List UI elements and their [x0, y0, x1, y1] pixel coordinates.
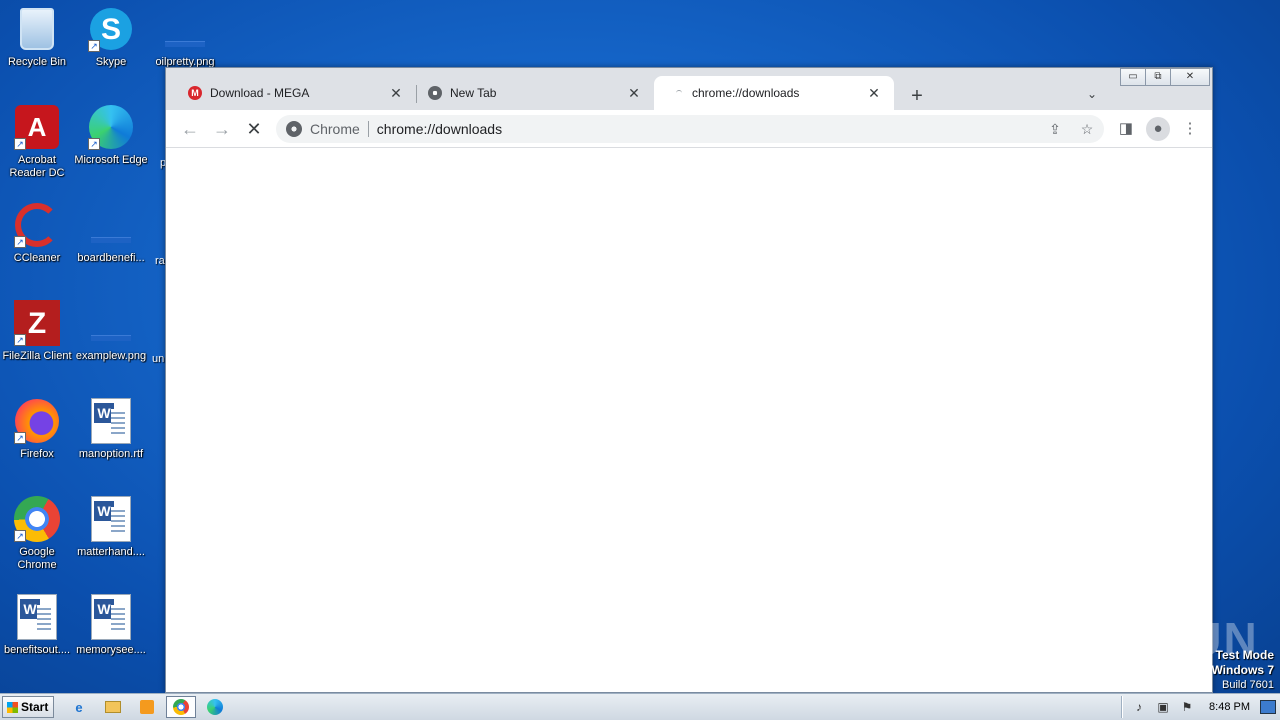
- desktop-icon-recycle-bin[interactable]: Recycle Bin: [0, 6, 74, 69]
- tray-divider: [1121, 696, 1124, 718]
- desktop-icon-oilpretty[interactable]: oilpretty.png: [150, 6, 220, 69]
- tab-download-mega[interactable]: M Download - MEGA ✕: [166, 76, 416, 110]
- taskbar-ie-button[interactable]: e: [68, 697, 90, 717]
- chrome-icon: [428, 86, 442, 100]
- internet-explorer-icon: e: [75, 699, 83, 715]
- taskbar: Start e ♪ ▣ ⚑ 8:48 PM: [0, 693, 1280, 720]
- desktop-icon-manoption[interactable]: manoption.rtf: [74, 398, 148, 461]
- desktop-icon-label: Google Chrome: [17, 546, 57, 571]
- desktop-icon-edge[interactable]: ↗ Microsoft Edge: [74, 104, 148, 167]
- taskbar-edge-button[interactable]: [204, 697, 226, 717]
- desktop-icon-ccleaner[interactable]: ↗ CCleaner: [0, 202, 74, 265]
- desktop-icon-label: Firefox: [20, 448, 54, 460]
- desktop-icon-label: boardbenefi...: [77, 252, 145, 264]
- desktop-icon-matterhand[interactable]: matterhand....: [74, 496, 148, 559]
- recycle-bin-icon: [14, 6, 60, 52]
- word-doc-icon: [14, 594, 60, 640]
- tab-title: New Tab: [450, 86, 497, 100]
- build-line: Build 7601: [1222, 679, 1274, 691]
- taskbar-chrome-button[interactable]: [166, 696, 196, 718]
- taskbar-explorer-button[interactable]: [102, 697, 124, 717]
- folder-icon: [105, 701, 121, 713]
- side-panel-icon[interactable]: ◨: [1114, 117, 1138, 141]
- desktop-icon-label: Microsoft Edge: [74, 154, 148, 166]
- speaker-icon[interactable]: ♪: [1131, 699, 1147, 715]
- clock[interactable]: 8:48 PM: [1209, 701, 1250, 713]
- tab-close-button[interactable]: ✕: [866, 85, 882, 101]
- taskbar-media-player-button[interactable]: [136, 697, 158, 717]
- system-tray: ♪ ▣ ⚑ 8:48 PM: [1121, 694, 1280, 720]
- desktop-icon-label: examplew.png: [75, 350, 147, 362]
- show-desktop-button[interactable]: [1260, 700, 1276, 714]
- desktop-icon-benefitsout[interactable]: benefitsout....: [0, 594, 74, 657]
- bookmark-star-icon[interactable]: ☆: [1076, 119, 1098, 139]
- acrobat-icon: A ↗: [14, 104, 60, 150]
- desktop-icon-filezilla[interactable]: Z ↗ FileZilla Client: [0, 300, 74, 363]
- desktop-icon-chrome[interactable]: ↗ Google Chrome: [0, 496, 74, 572]
- desktop-icon-examplew[interactable]: examplew.png: [74, 300, 148, 363]
- toolbar: ← → ✕ Chrome chrome://downloads ⇪ ☆ ◨ ● …: [166, 110, 1212, 148]
- media-player-icon: [140, 700, 154, 714]
- desktop-icon-label: manoption.rtf: [78, 448, 144, 460]
- share-icon[interactable]: ⇪: [1044, 119, 1066, 139]
- desktop-icon-label: benefitsout....: [3, 644, 71, 656]
- profile-avatar-icon[interactable]: ●: [1146, 117, 1170, 141]
- chrome-icon: [173, 699, 189, 715]
- tab-strip: M Download - MEGA ✕ New Tab ✕ chrome://d…: [166, 76, 1212, 110]
- tab-downloads[interactable]: chrome://downloads ✕: [654, 76, 894, 110]
- test-mode-notice: Test Mode Windows 7 Build 7601: [1211, 648, 1274, 693]
- new-tab-button[interactable]: +: [904, 84, 930, 110]
- desktop-icon-firefox[interactable]: ↗ Firefox: [0, 398, 74, 461]
- tab-search-button[interactable]: ⌄: [1082, 87, 1102, 107]
- desktop-icon-label: Skype: [95, 56, 127, 68]
- network-icon[interactable]: ▣: [1155, 699, 1171, 715]
- desktop-icon-label: memorysee....: [76, 644, 146, 656]
- ccleaner-icon: ↗: [14, 202, 60, 248]
- desktop-icon-acrobat[interactable]: A ↗ Acrobat Reader DC: [0, 104, 74, 180]
- desktop-icon-label: CCleaner: [13, 252, 61, 264]
- word-doc-icon: [88, 398, 134, 444]
- tab-close-button[interactable]: ✕: [388, 85, 404, 101]
- word-doc-icon: [88, 496, 134, 542]
- word-doc-icon: [88, 594, 134, 640]
- chrome-icon: ↗: [14, 496, 60, 542]
- menu-kebab-icon[interactable]: ⋮: [1178, 117, 1202, 141]
- chrome-window: ▭ ⧉ ✕ M Download - MEGA ✕ New Tab ✕ chro…: [165, 67, 1213, 693]
- tab-title: Download - MEGA: [210, 86, 310, 100]
- flag-icon[interactable]: ⚑: [1179, 699, 1195, 715]
- address-bar[interactable]: Chrome chrome://downloads ⇪ ☆: [276, 115, 1104, 143]
- desktop-icon-memorysee[interactable]: memorysee....: [74, 594, 148, 657]
- image-file-icon: [162, 6, 208, 52]
- tab-title: chrome://downloads: [692, 86, 800, 100]
- start-button[interactable]: Start: [2, 696, 54, 718]
- mega-icon: M: [188, 86, 202, 100]
- stop-loading-button[interactable]: ✕: [242, 117, 266, 141]
- firefox-icon: ↗: [14, 398, 60, 444]
- desktop-partial-label: un: [152, 353, 165, 365]
- desktop-icon-boardbenefi[interactable]: boardbenefi...: [74, 202, 148, 265]
- chrome-icon: [286, 121, 302, 137]
- desktop-icon-label: matterhand....: [77, 546, 145, 558]
- image-file-icon: [88, 300, 134, 346]
- desktop-icon-skype[interactable]: S ↗ Skype: [74, 6, 148, 69]
- loading-icon: [676, 90, 682, 96]
- desktop-icon-label: FileZilla Client: [2, 350, 72, 362]
- test-mode-line: Test Mode: [1215, 648, 1274, 662]
- desktop-icon-label: Acrobat Reader DC: [9, 154, 65, 179]
- site-chip[interactable]: Chrome: [310, 121, 369, 137]
- filezilla-icon: Z ↗: [14, 300, 60, 346]
- url-text[interactable]: chrome://downloads: [377, 121, 502, 137]
- edge-icon: [207, 699, 223, 715]
- page-content: [166, 148, 1212, 692]
- back-button[interactable]: ←: [178, 117, 202, 141]
- windows-version-line: Windows 7: [1211, 663, 1274, 677]
- desktop-partial-label: ra: [155, 255, 165, 267]
- image-file-icon: [88, 202, 134, 248]
- forward-button[interactable]: →: [210, 117, 234, 141]
- desktop-icon-label: Recycle Bin: [7, 56, 67, 68]
- edge-icon: ↗: [88, 104, 134, 150]
- skype-icon: S ↗: [88, 6, 134, 52]
- tab-close-button[interactable]: ✕: [626, 85, 642, 101]
- tab-new-tab[interactable]: New Tab ✕: [416, 76, 654, 110]
